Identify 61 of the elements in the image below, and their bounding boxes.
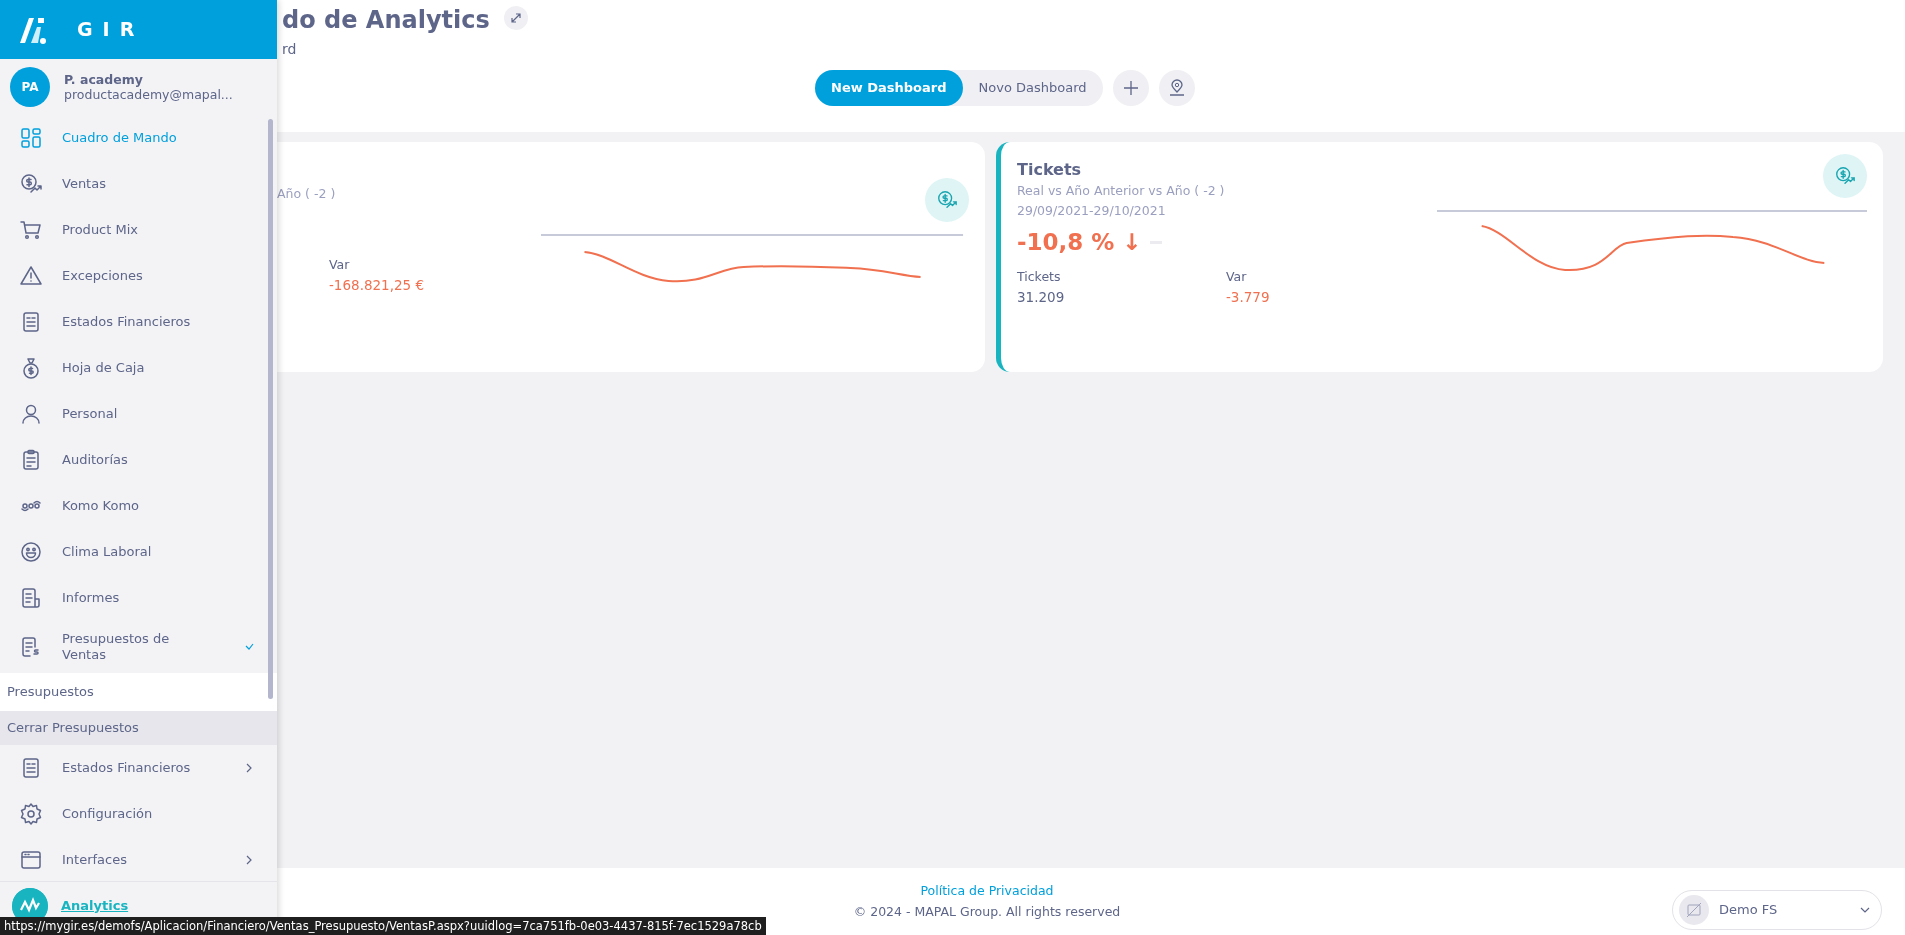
site-select[interactable]: Demo FS bbox=[1672, 889, 1882, 930]
add-button[interactable] bbox=[1112, 69, 1149, 106]
metric-label: Tickets bbox=[1017, 268, 1062, 287]
report-icon bbox=[19, 586, 43, 610]
cart-icon bbox=[19, 218, 43, 242]
metric-value: -3.779 bbox=[1226, 288, 1271, 308]
change-value: -10,8 % ↓ bbox=[1017, 227, 1142, 257]
window-icon bbox=[19, 848, 43, 872]
sidebar-item[interactable]: Product Mix bbox=[0, 207, 277, 253]
sidebar-item[interactable]: Hoja de Caja bbox=[0, 345, 277, 391]
date-range: 29/09/2021-29/10/2021 bbox=[1017, 201, 1167, 220]
settings-icon bbox=[19, 802, 43, 826]
warning-icon bbox=[19, 264, 43, 288]
sidebar-item[interactable]: Ventas bbox=[0, 161, 277, 207]
no-image-icon bbox=[1686, 901, 1702, 918]
sales-button[interactable] bbox=[1823, 154, 1867, 198]
coin-growth-icon bbox=[19, 172, 43, 196]
sidebar-item[interactable]: Excepciones bbox=[0, 253, 277, 299]
sidebar-item[interactable]: Configuración bbox=[0, 791, 277, 837]
user-name: P. academy bbox=[64, 72, 144, 87]
metric-label: Var bbox=[329, 256, 351, 274]
sidebar-item[interactable]: Personal bbox=[0, 391, 277, 437]
url-tooltip: https://mygir.es/demofs/Aplicacion/Financiero/Ventas_Presupuesto/VentasP.aspx?uuidlog=7ca751fb-0e03-4437-815f-7ec1529a78cb bbox=[0, 917, 766, 935]
logo-text: GIR bbox=[77, 17, 145, 43]
expand-icon bbox=[509, 12, 522, 24]
expand-button[interactable] bbox=[503, 6, 528, 30]
sidebar-item[interactable]: Estados Financieros bbox=[0, 299, 277, 345]
dashboard-tab[interactable]: Novo Dashboard bbox=[962, 69, 1103, 106]
sidebar-item[interactable]: Estados Financieros bbox=[0, 745, 277, 791]
coin-growth-icon bbox=[936, 189, 958, 211]
card-subtitle: Año ( -2 ) bbox=[277, 185, 337, 203]
card-subtitle: Real vs Año Anterior vs Año ( -2 ) bbox=[1017, 181, 1226, 200]
sidebar-item[interactable]: Interfaces bbox=[0, 837, 277, 881]
dashboard-icon bbox=[19, 126, 43, 150]
metric-label: Var bbox=[1226, 268, 1248, 287]
user-email: productacademy@mapal... bbox=[64, 87, 233, 102]
submenu-item[interactable]: Cerrar Presupuestos bbox=[0, 711, 277, 745]
copyright-text: © 2024 - MAPAL Group. All rights reserved bbox=[852, 902, 1122, 921]
submenu-item[interactable]: Presupuestos bbox=[0, 673, 277, 711]
page-title: do de Analytics bbox=[282, 6, 490, 35]
sidebar-item[interactable]: Clima Laboral bbox=[0, 529, 277, 575]
scrollbar[interactable] bbox=[268, 119, 273, 699]
card-title: Tickets bbox=[1017, 160, 1083, 181]
person-icon bbox=[19, 402, 43, 426]
smiley-icon bbox=[19, 540, 43, 564]
sales-button[interactable] bbox=[925, 178, 969, 222]
user-avatar: PA bbox=[10, 67, 50, 107]
sidebar-item[interactable]: Auditorías bbox=[0, 437, 277, 483]
sidebar-item[interactable]: Presupuestos de Ventas bbox=[0, 621, 277, 673]
sidebar-item[interactable]: Cuadro de Mando bbox=[0, 115, 277, 161]
sidebar-item[interactable]: Informes bbox=[0, 575, 277, 621]
sidebar-item[interactable]: Komo Komo bbox=[0, 483, 277, 529]
dashboard-tab[interactable]: New Dashboard bbox=[815, 69, 963, 106]
map-pin-icon bbox=[1167, 78, 1186, 97]
page-subtitle: rd bbox=[282, 39, 298, 59]
coin-growth-icon bbox=[1834, 165, 1856, 187]
privacy-link[interactable]: Política de Privacidad bbox=[920, 883, 1054, 899]
metric-value: 31.209 bbox=[1017, 288, 1066, 308]
location-button[interactable] bbox=[1158, 69, 1195, 106]
metric-value: -168.821,25 € bbox=[329, 276, 426, 295]
plus-icon bbox=[1122, 79, 1139, 96]
